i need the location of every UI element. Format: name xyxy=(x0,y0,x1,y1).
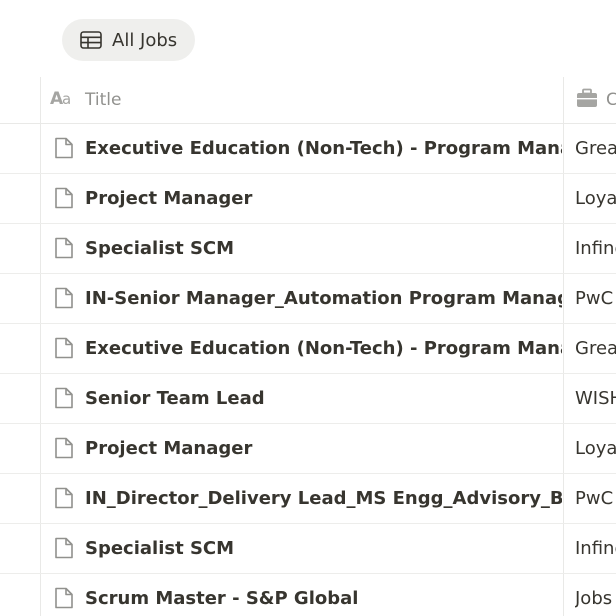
row-company[interactable]: Great xyxy=(575,324,616,373)
table-row[interactable]: IN_Director_Delivery Lead_MS Engg_Adviso… xyxy=(0,474,616,524)
page-icon xyxy=(54,187,74,209)
row-company[interactable]: Jobs xyxy=(575,574,616,616)
page-icon xyxy=(54,387,74,409)
page-icon xyxy=(54,587,74,609)
table-icon xyxy=(80,31,102,49)
row-title[interactable]: IN_Director_Delivery Lead_MS Engg_Adviso… xyxy=(85,474,562,523)
page-icon xyxy=(54,487,74,509)
row-title[interactable]: Project Manager xyxy=(85,174,562,223)
view-tab-label: All Jobs xyxy=(112,29,178,51)
svg-text:a: a xyxy=(62,90,71,107)
row-company[interactable]: WISH xyxy=(575,374,616,423)
row-company[interactable]: Loyal xyxy=(575,174,616,223)
database-page: All Jobs A a Title C Executive Education… xyxy=(0,0,616,616)
page-icon xyxy=(54,137,74,159)
row-company[interactable]: Great xyxy=(575,124,616,173)
column-header-title[interactable]: A a Title xyxy=(50,77,121,123)
page-icon xyxy=(54,537,74,559)
row-title[interactable]: Senior Team Lead xyxy=(85,374,562,423)
row-title[interactable]: Specialist SCM xyxy=(85,224,562,273)
row-company[interactable]: Infine xyxy=(575,524,616,573)
row-title[interactable]: Project Manager xyxy=(85,424,562,473)
page-icon xyxy=(54,237,74,259)
table-row[interactable]: Executive Education (Non-Tech) - Program… xyxy=(0,124,616,174)
row-title[interactable]: Scrum Master - S&P Global xyxy=(85,574,562,616)
row-company[interactable]: Infine xyxy=(575,224,616,273)
table-body: Executive Education (Non-Tech) - Program… xyxy=(0,124,616,616)
table-row[interactable]: IN-Senior Manager_Automation Program Man… xyxy=(0,274,616,324)
row-company[interactable]: PwC xyxy=(575,474,616,523)
table-row[interactable]: Specialist SCM Infine xyxy=(0,224,616,274)
page-icon xyxy=(54,437,74,459)
row-title[interactable]: IN-Senior Manager_Automation Program Man… xyxy=(85,274,562,323)
table-header: A a Title C xyxy=(0,77,616,124)
column-header-company[interactable]: C xyxy=(576,77,616,123)
table-row[interactable]: Specialist SCM Infine xyxy=(0,524,616,574)
column-company-label: C xyxy=(606,90,616,110)
row-title[interactable]: Executive Education (Non-Tech) - Program… xyxy=(85,324,562,373)
table-row[interactable]: Executive Education (Non-Tech) - Program… xyxy=(0,324,616,374)
text-property-icon: A a xyxy=(50,89,76,112)
briefcase-icon xyxy=(576,88,598,113)
page-icon xyxy=(54,287,74,309)
table-row[interactable]: Project Manager Loyal xyxy=(0,424,616,474)
column-title-label: Title xyxy=(85,90,122,110)
page-icon xyxy=(54,337,74,359)
row-company[interactable]: Loyal xyxy=(575,424,616,473)
table-row[interactable]: Scrum Master - S&P Global Jobs xyxy=(0,574,616,616)
row-title[interactable]: Specialist SCM xyxy=(85,524,562,573)
row-title[interactable]: Executive Education (Non-Tech) - Program… xyxy=(85,124,562,173)
view-tab-all-jobs[interactable]: All Jobs xyxy=(62,19,196,61)
row-company[interactable]: PwC xyxy=(575,274,616,323)
table-row[interactable]: Project Manager Loyal xyxy=(0,174,616,224)
table-row[interactable]: Senior Team Lead WISH xyxy=(0,374,616,424)
